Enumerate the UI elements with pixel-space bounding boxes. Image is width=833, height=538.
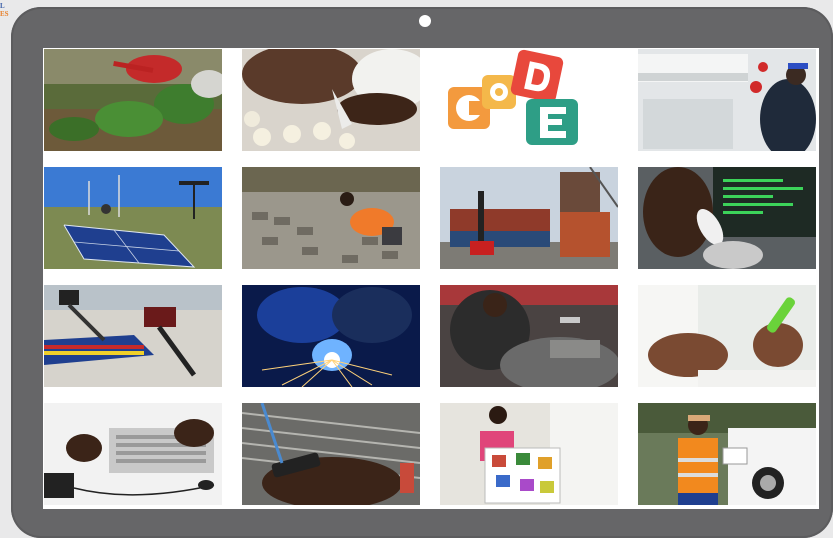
tablet-screen	[43, 48, 819, 509]
tablet-frame	[11, 7, 833, 538]
welding-sparks-photo	[242, 285, 420, 387]
air-conditioner-repair-photo	[638, 49, 816, 151]
teacher-poster-photo	[440, 403, 618, 505]
lab-test-tube-photo	[638, 285, 816, 387]
boat-outboard-motors-photo	[44, 285, 222, 387]
safety-vest-inspector-photo	[638, 403, 816, 505]
car-mechanic-photo	[440, 285, 618, 387]
code-logo	[440, 49, 618, 151]
paving-worker-photo	[242, 167, 420, 269]
laptop-typing-photo	[44, 403, 222, 505]
watering-plants-photo	[44, 49, 222, 151]
weaving-phone-photo	[242, 403, 420, 505]
corner-brand-line1: L	[0, 2, 5, 10]
solar-panels-photo	[44, 167, 222, 269]
corner-brand-line2: ES	[0, 10, 9, 18]
piping-pastry-photo	[242, 49, 420, 151]
shipping-containers-photo	[440, 167, 618, 269]
camera-dot-icon	[419, 15, 431, 27]
phone-call-centre-photo	[638, 167, 816, 269]
corner-brand-text: L ES	[0, 2, 9, 18]
